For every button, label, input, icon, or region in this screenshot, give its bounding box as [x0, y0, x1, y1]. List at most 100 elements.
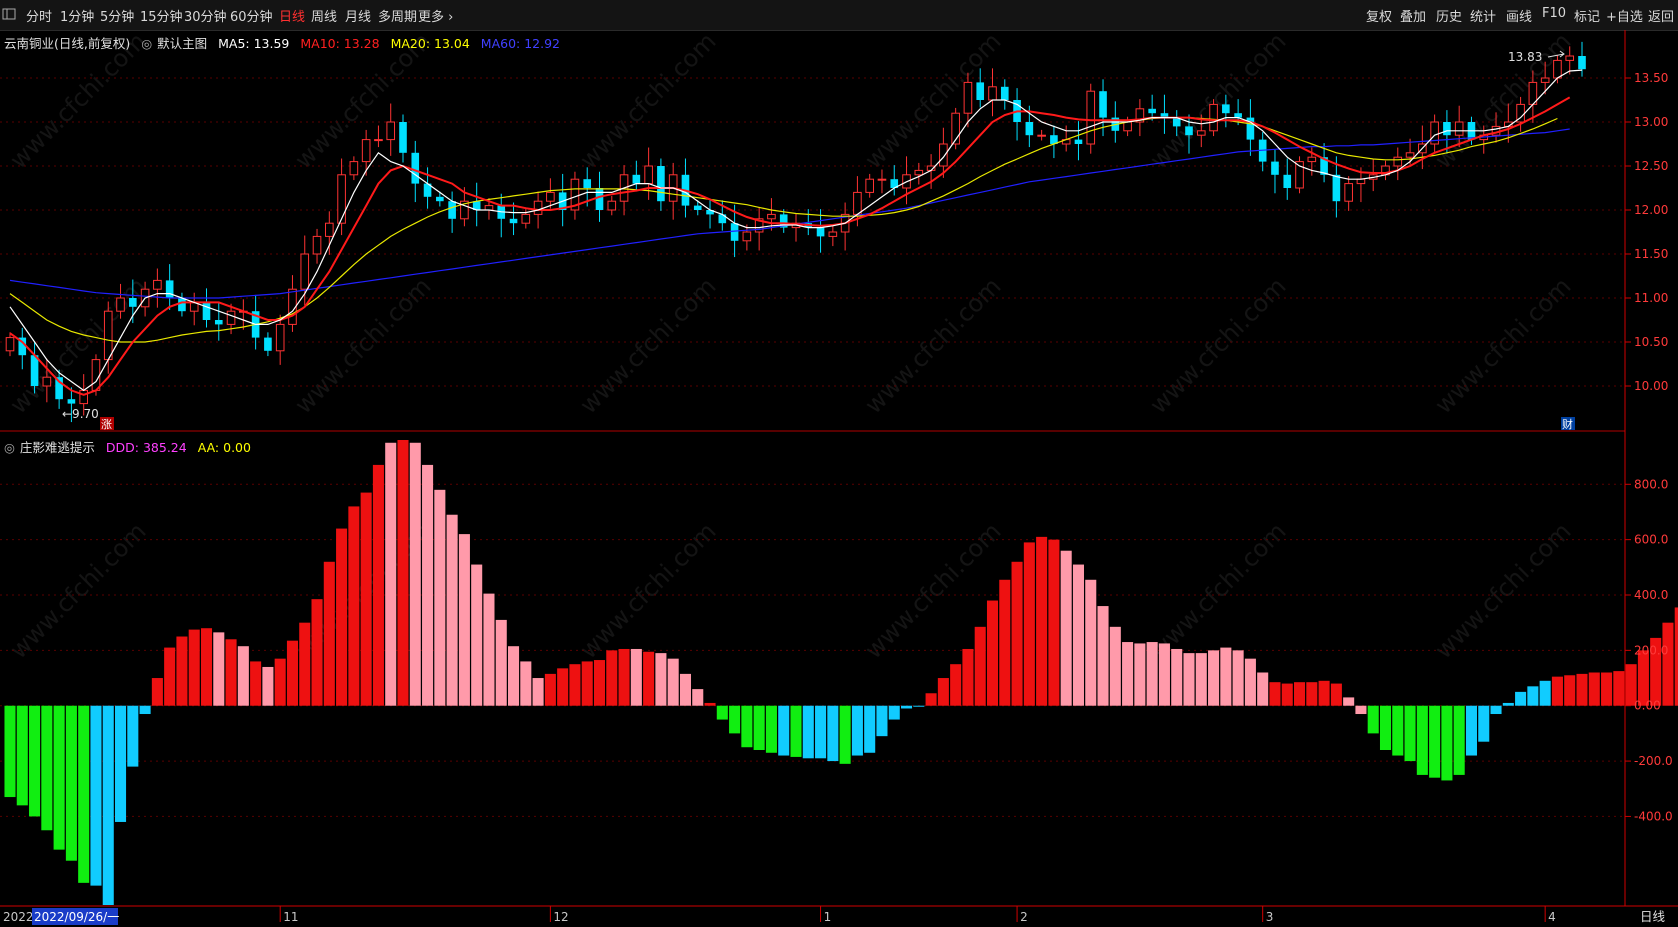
ddd-bar-101 — [1244, 658, 1256, 706]
ddd-bar-112 — [1379, 705, 1392, 750]
candle-body-84 — [1037, 134, 1046, 137]
ddd-bar-33 — [409, 442, 421, 706]
candle-64 — [791, 213, 801, 242]
price-tick-label-6: 13.00 — [1634, 115, 1668, 129]
candle-body-69 — [853, 191, 862, 215]
candle-28 — [349, 156, 359, 181]
candle-54 — [668, 162, 678, 220]
candle-body-7 — [91, 359, 101, 391]
candle-body-87 — [1074, 139, 1083, 144]
candle-body-3 — [42, 376, 52, 387]
ddd-bar-69 — [851, 705, 863, 756]
watermark-text-6: www.cfchi.com — [574, 27, 721, 174]
ddd-bar-88 — [1085, 579, 1097, 706]
candle-body-42 — [521, 213, 531, 224]
ddd-bar-38 — [471, 564, 483, 706]
ddd-bar-82 — [1011, 561, 1023, 706]
candle-13 — [165, 264, 174, 310]
candle-36 — [448, 191, 456, 233]
ddd-bar-14 — [176, 636, 188, 706]
ddd-bar-79 — [974, 626, 986, 706]
candle-body-81 — [1000, 86, 1009, 100]
candle-25 — [312, 228, 322, 264]
candle-body-106 — [1307, 156, 1317, 163]
ddd-bar-92 — [1134, 643, 1146, 706]
ddd-bar-28 — [348, 506, 360, 706]
ddd-bar-35 — [434, 489, 446, 706]
candle-body-60 — [742, 231, 752, 242]
ddd-bar-43 — [532, 678, 544, 706]
candle-body-118 — [1454, 121, 1464, 136]
candle-body-89 — [1099, 91, 1107, 118]
ma60-line — [9, 128, 1570, 299]
year-stub: 2022 — [3, 910, 34, 924]
watermark-text-8: www.cfchi.com — [574, 517, 721, 664]
ddd-bar-48 — [593, 660, 606, 706]
candle-body-67 — [828, 231, 838, 237]
ddd-bar-129 — [1588, 672, 1600, 706]
candle-85 — [1050, 125, 1058, 159]
candle-body-104 — [1283, 174, 1292, 188]
ddd-bar-series — [4, 440, 1678, 905]
ddd-bar-30 — [372, 464, 384, 706]
period-label[interactable]: 日线 — [1640, 909, 1666, 924]
candle-body-125 — [1540, 77, 1550, 83]
candle-body-22 — [275, 323, 285, 352]
candle-103 — [1271, 149, 1279, 194]
watermark-text-16: www.cfchi.com — [1429, 272, 1576, 419]
ddd-bar-50 — [618, 648, 630, 706]
candle-2 — [30, 341, 39, 394]
ddd-bar-41 — [508, 646, 520, 706]
candle-94 — [1160, 94, 1169, 134]
candle-102 — [1258, 132, 1267, 172]
month-tick-label-4: 3 — [1266, 910, 1274, 924]
ddd-bar-58 — [716, 705, 728, 720]
candle-115 — [1418, 125, 1427, 170]
candle-23 — [288, 275, 297, 332]
candle-body-113 — [1393, 156, 1403, 167]
candle-body-27 — [337, 174, 346, 224]
ddd-bar-0 — [4, 705, 16, 798]
ddd-bar-102 — [1257, 672, 1269, 706]
candle-body-13 — [165, 280, 174, 298]
candle-body-32 — [399, 122, 407, 153]
ddd-bar-95 — [1171, 648, 1183, 706]
ddd-bar-66 — [815, 705, 827, 759]
candle-72 — [890, 165, 899, 196]
month-tick-label-5: 4 — [1548, 910, 1556, 924]
candle-49 — [607, 195, 617, 216]
watermark-text-7: www.cfchi.com — [574, 272, 721, 419]
watermark-text-2: www.cfchi.com — [4, 517, 151, 664]
ddd-bar-108 — [1330, 683, 1342, 706]
candle-body-56 — [693, 205, 702, 210]
ddd-bar-73 — [901, 705, 913, 709]
candle-128 — [1578, 41, 1586, 77]
ddd-tick-label-6: 800.0 — [1634, 477, 1668, 491]
ddd-bar-6 — [78, 705, 90, 883]
candle-body-49 — [607, 200, 617, 211]
candle-88 — [1086, 83, 1096, 154]
ddd-bar-29 — [360, 492, 372, 706]
candle-67 — [828, 224, 838, 247]
candle-body-97 — [1196, 130, 1206, 136]
candle-101 — [1246, 99, 1255, 156]
ddd-bar-131 — [1613, 671, 1625, 706]
candle-body-80 — [988, 86, 997, 101]
candle-50 — [619, 165, 629, 216]
ddd-bar-116 — [1429, 705, 1441, 778]
candle-17 — [214, 301, 223, 341]
chart-canvas[interactable]: www.cfchi.com www.cfchi.com www.cfchi.com w… — [0, 0, 1678, 927]
candle-body-98 — [1209, 103, 1218, 132]
candle-body-10 — [129, 298, 137, 307]
ddd-bar-64 — [790, 705, 802, 757]
ddd-bar-20 — [250, 661, 262, 706]
ddd-bar-34 — [422, 464, 434, 706]
ddd-bar-77 — [950, 664, 962, 706]
candle-113 — [1393, 147, 1403, 181]
candle-87 — [1074, 121, 1083, 161]
candle-body-6 — [79, 389, 88, 405]
ddd-bar-115 — [1416, 705, 1428, 775]
month-tick-label-0: 11 — [283, 910, 298, 924]
ddd-bar-71 — [876, 705, 888, 737]
ddd-tick-label-3: 200.0 — [1634, 643, 1668, 657]
